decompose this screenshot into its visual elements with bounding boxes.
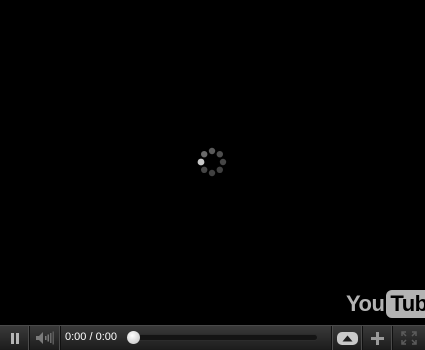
pause-button[interactable] [0,326,30,350]
pause-icon [10,332,19,344]
scrubber-handle[interactable] [127,331,140,344]
progress-bar[interactable] [128,334,318,341]
fullscreen-icon [401,331,417,345]
volume-icon [35,331,54,345]
logo-you-text: You [346,291,385,316]
more-button[interactable] [362,326,393,350]
control-bar: 0:00 / 0:00 [0,325,425,350]
quality-pill [336,331,358,345]
video-area[interactable]: You Tube [0,0,425,325]
logo-tube-text: Tube [386,290,425,318]
video-player: You Tube 0:00 / 0:00 [0,0,425,350]
youtube-logo[interactable]: You Tube [346,289,425,319]
time-display: 0:00 / 0:00 [65,331,117,343]
loading-spinner-icon [197,147,227,177]
plus-icon [370,331,384,345]
quality-up-icon [342,335,352,341]
volume-button[interactable] [29,326,61,350]
quality-button[interactable] [331,326,363,350]
fullscreen-button[interactable] [393,326,425,350]
